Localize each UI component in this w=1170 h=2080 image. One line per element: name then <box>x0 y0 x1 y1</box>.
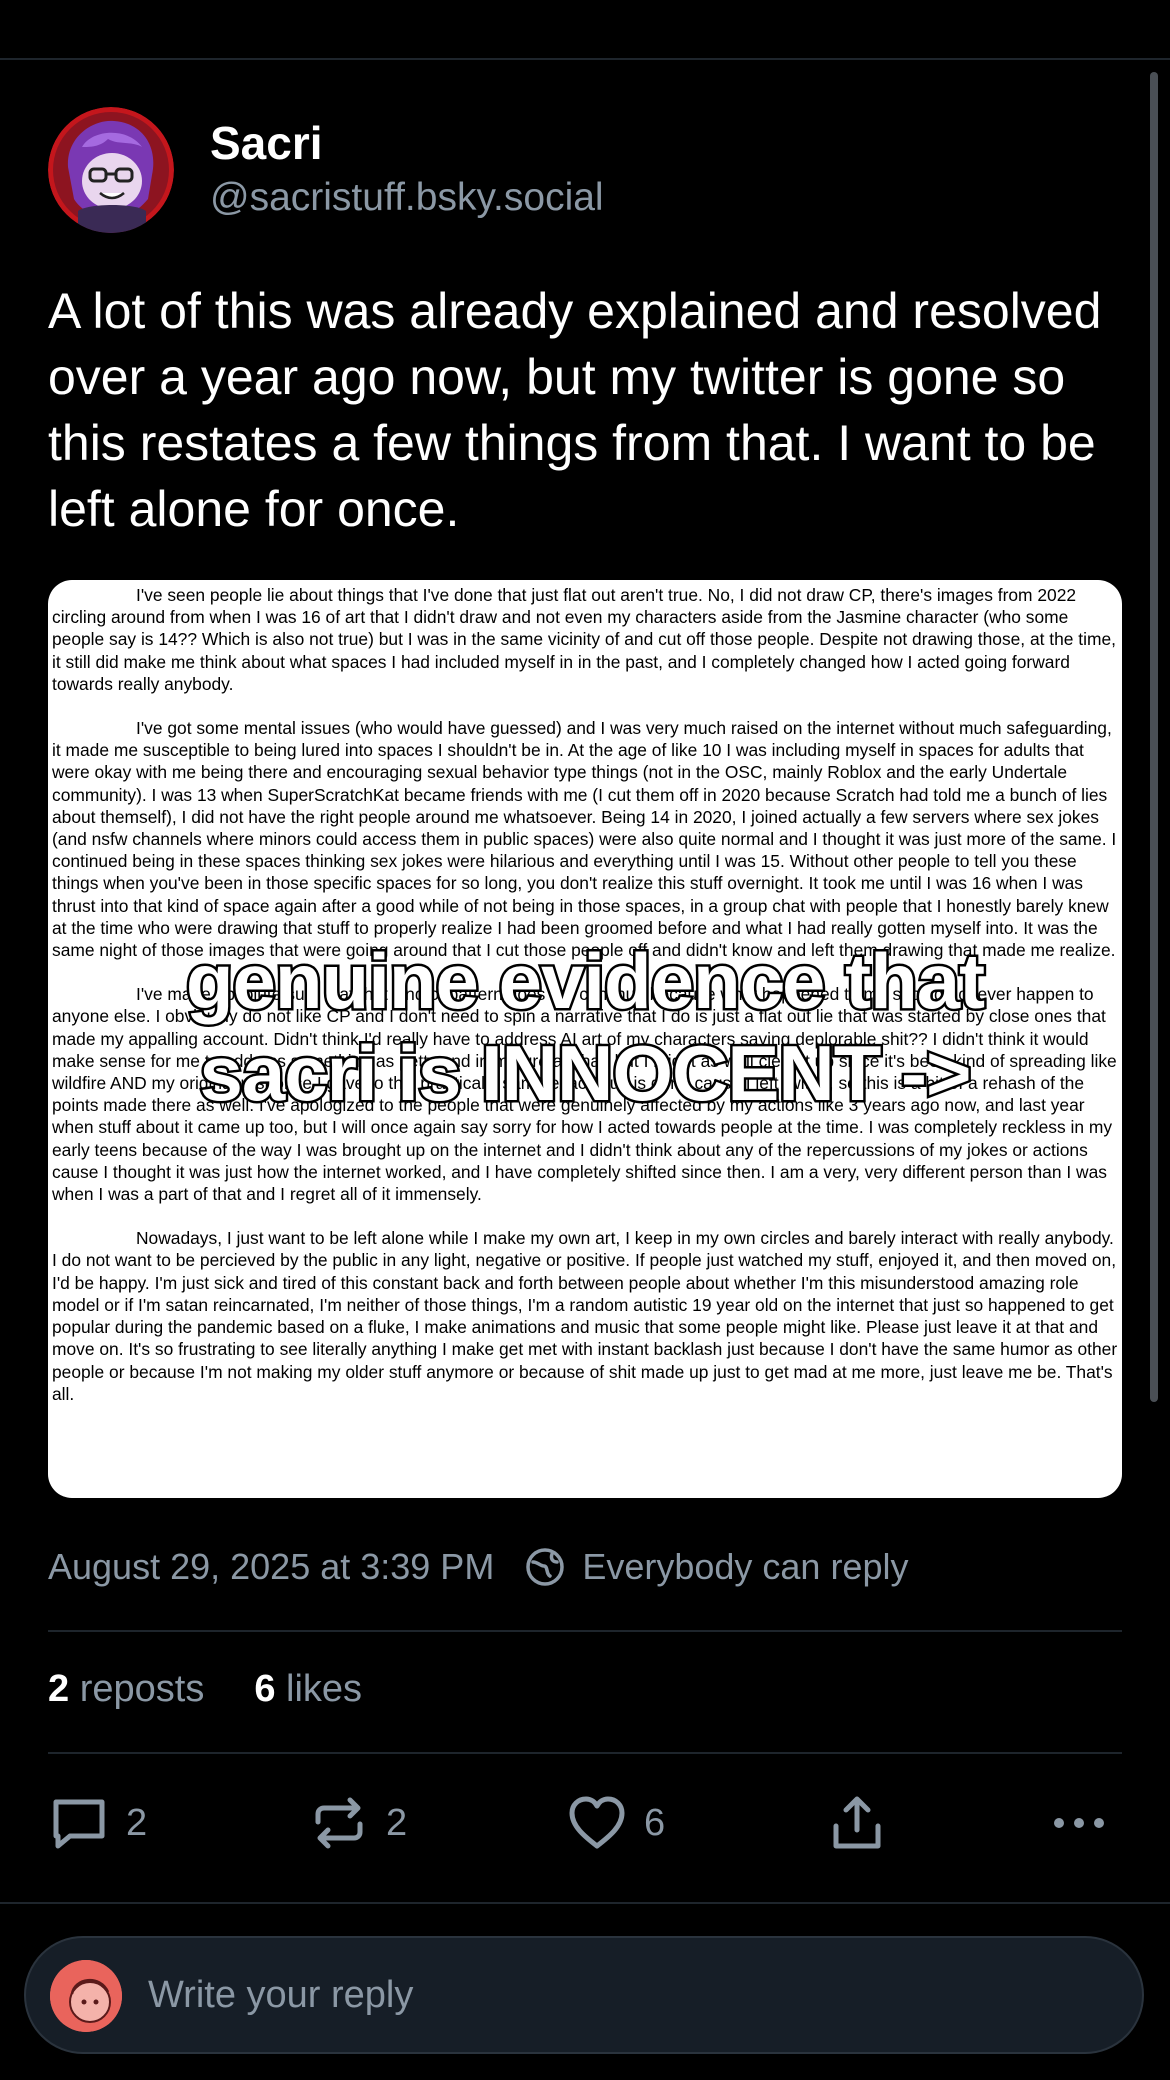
image-overlay-caption-line-2: sacri is INNOCENT -> <box>197 1027 974 1120</box>
reply-composer[interactable]: Write your reply <box>24 1936 1144 2054</box>
divider <box>0 1902 1170 1904</box>
author-avatar[interactable] <box>48 107 174 233</box>
repost-arrows-icon <box>315 1797 363 1849</box>
heart-icon <box>569 1796 625 1849</box>
post-text: A lot of this was already explained and … <box>48 283 1102 537</box>
avatar-image <box>48 107 174 233</box>
image-overlay-caption-line-1: genuine evidence that <box>183 935 987 1028</box>
avatar-image <box>50 1960 122 2032</box>
post-meta: August 29, 2025 at 3:39 PM Everybody can… <box>48 1546 908 1588</box>
likes-label: likes <box>286 1668 363 1710</box>
reply-setting[interactable]: Everybody can reply <box>582 1546 908 1588</box>
reposts-count: 2 <box>48 1668 70 1710</box>
reply-button[interactable]: 2 <box>48 1792 147 1854</box>
author-handle[interactable]: @sacristuff.bsky.social <box>210 176 604 220</box>
post-stats: 2 reposts 6 likes <box>48 1668 412 1711</box>
like-button[interactable]: 6 <box>566 1792 665 1854</box>
repost-count: 2 <box>386 1801 408 1844</box>
post-image[interactable]: I've seen people lie about things that I… <box>48 580 1122 1498</box>
repost-button[interactable]: 2 <box>308 1792 407 1854</box>
top-bar <box>0 0 1170 60</box>
divider <box>48 1630 1122 1632</box>
like-count: 6 <box>644 1801 666 1844</box>
document-paragraph: Nowadays, I just want to be left alone w… <box>52 1228 1118 1404</box>
divider <box>48 1752 1122 1754</box>
more-button[interactable] <box>1048 1792 1126 1854</box>
action-bar: 2 2 6 <box>48 1792 1122 1854</box>
reposts-stat[interactable]: 2 reposts <box>48 1668 204 1711</box>
share-button[interactable] <box>826 1792 904 1854</box>
my-avatar <box>50 1960 122 2032</box>
reply-count: 2 <box>126 1801 148 1844</box>
document-paragraph: I've got some mental issues (who would h… <box>52 718 1117 961</box>
post-timestamp: August 29, 2025 at 3:39 PM <box>48 1546 495 1587</box>
more-dots-icon <box>1054 1818 1104 1828</box>
reply-input[interactable]: Write your reply <box>148 1974 413 2017</box>
document-paragraph: I've seen people lie about things that I… <box>52 585 1116 694</box>
reposts-label: reposts <box>79 1668 205 1710</box>
scrollbar[interactable] <box>1150 72 1158 1402</box>
share-upload-icon <box>833 1796 881 1849</box>
likes-count: 6 <box>254 1668 276 1710</box>
globe-reply-icon <box>526 1548 565 1586</box>
likes-stat[interactable]: 6 likes <box>254 1668 362 1711</box>
author-name[interactable]: Sacri <box>210 116 323 170</box>
speech-bubble-icon <box>53 1799 105 1849</box>
